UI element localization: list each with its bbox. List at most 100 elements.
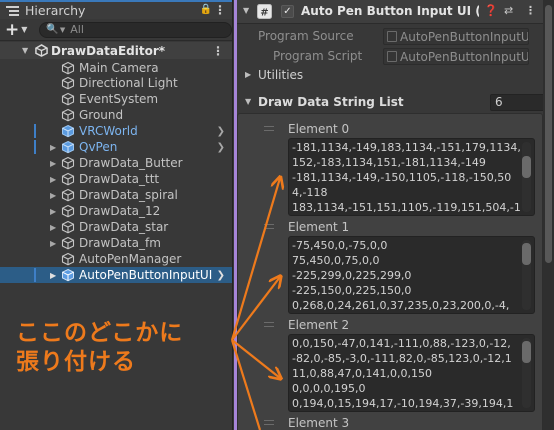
- drag-handle-icon[interactable]: [264, 322, 274, 327]
- scrollbar-thumb[interactable]: [545, 5, 552, 263]
- expand-arrow-icon[interactable]: ▶: [50, 271, 56, 280]
- tree-item-label: DrawData_Butter: [79, 156, 183, 170]
- gameobject-icon: [61, 108, 75, 122]
- expand-arrow-icon[interactable]: ▶: [245, 70, 251, 79]
- gameobject-icon: [61, 188, 75, 202]
- program-script-field[interactable]: AutoPenButtonInputUI: [383, 48, 529, 65]
- search-input[interactable]: [70, 23, 231, 36]
- hierarchy-tree: Main Camera Directional Light EventSyste…: [0, 59, 232, 283]
- text-line: -181,1134,-149,183,1134,-151,179,1134,: [292, 141, 520, 154]
- add-button[interactable]: +: [5, 21, 19, 38]
- expand-arrow-icon[interactable]: ▶: [50, 207, 56, 216]
- prefab-icon: [62, 140, 74, 154]
- inspector-scrollbar[interactable]: [543, 0, 554, 430]
- element-label: Element 3: [288, 416, 350, 430]
- more-options-icon[interactable]: ⋮: [214, 3, 226, 17]
- element-label: Element 2: [288, 318, 350, 332]
- gameobject-icon: [61, 220, 75, 234]
- expand-arrow-icon[interactable]: ▶: [50, 223, 56, 232]
- hierarchy-tab-title: Hierarchy: [25, 3, 86, 18]
- gameobject-icon: [61, 76, 75, 90]
- tree-item-drawdata-fm[interactable]: ▶ DrawData_fm: [0, 235, 232, 251]
- expand-arrow-icon[interactable]: ▼: [22, 46, 28, 55]
- tree-item-vrcworld[interactable]: VRCWorld ❯: [0, 123, 232, 139]
- program-source-field[interactable]: AutoPenButtonInputUI: [383, 28, 529, 45]
- tree-item-drawdata-butter[interactable]: ▶ DrawData_Butter: [0, 155, 232, 171]
- tree-item-drawdata-ttt[interactable]: ▶ DrawData_ttt: [0, 171, 232, 187]
- expand-arrow-icon[interactable]: ▼: [245, 97, 251, 106]
- expand-arrow-icon[interactable]: ▶: [50, 175, 56, 184]
- tree-item-label: AutoPenButtonInputUI: [79, 268, 213, 282]
- tree-item-label: Ground: [79, 108, 124, 122]
- scrollbar-thumb[interactable]: [522, 156, 531, 178]
- scene-row[interactable]: ▼ DrawDataEditor* ⋮: [0, 42, 232, 59]
- scene-options-icon[interactable]: ⋮: [212, 44, 224, 58]
- search-box[interactable]: 🔍 ▼: [39, 21, 232, 38]
- expand-arrow-icon[interactable]: ▶: [50, 191, 56, 200]
- utilities-foldout[interactable]: ▶ Utilities: [237, 66, 543, 86]
- tree-item-qvpen[interactable]: ▶ QvPen ❯: [0, 139, 232, 155]
- drag-handle-icon[interactable]: [264, 420, 274, 425]
- search-dropdown-icon[interactable]: ▼: [60, 26, 65, 34]
- utilities-label: Utilities: [258, 68, 304, 82]
- modified-marker: [34, 140, 36, 154]
- element-text-area[interactable]: -75,450,0,-75,0,0 75,450,0,75,0,0 -225,2…: [288, 236, 535, 314]
- draw-data-list-foldout[interactable]: ▼ Draw Data String List 6: [237, 93, 545, 113]
- tree-item-event-system[interactable]: EventSystem: [0, 91, 232, 107]
- chevron-right-icon[interactable]: ❯: [217, 270, 225, 281]
- tree-item-drawdata-star[interactable]: ▶ DrawData_star: [0, 219, 232, 235]
- text-line: -225,150,0,225,150,0: [292, 284, 412, 297]
- element-text-area[interactable]: 0,0,150,-47,0,141,-111,0,88,-123,0,-12, …: [288, 334, 535, 412]
- list-size-field[interactable]: 6: [490, 94, 545, 111]
- expand-arrow-icon[interactable]: ▶: [50, 143, 56, 152]
- gameobject-icon: [61, 172, 75, 186]
- drag-handle-icon[interactable]: [264, 126, 274, 131]
- tree-item-label: QvPen: [79, 140, 118, 154]
- text-line: -75,450,0,-75,0,0: [292, 239, 388, 252]
- help-icon[interactable]: ❓: [484, 4, 498, 17]
- expand-arrow-icon[interactable]: ▼: [243, 6, 249, 15]
- tree-item-ground[interactable]: Ground: [0, 107, 232, 123]
- hierarchy-tab[interactable]: Hierarchy 🔒 ⋮: [0, 0, 232, 19]
- text-line: -181,1134,-149,-150,1105,-118,-150,50: [292, 171, 512, 184]
- gameobject-icon: [61, 204, 75, 218]
- search-icon: 🔍: [46, 24, 59, 35]
- chevron-down-icon[interactable]: ▼: [21, 25, 27, 34]
- expand-arrow-icon[interactable]: ▶: [50, 239, 56, 248]
- tree-item-drawdata-12[interactable]: ▶ DrawData_12: [0, 203, 232, 219]
- scrollbar-thumb[interactable]: [522, 341, 531, 363]
- tree-item-label: AutoPenManager: [79, 252, 182, 266]
- program-script-value: AutoPenButtonInputUI: [400, 49, 529, 64]
- scene-name: DrawDataEditor*: [51, 43, 166, 58]
- text-line: 4,-118: [292, 186, 328, 199]
- tree-item-drawdata-spiral[interactable]: ▶ DrawData_spiral: [0, 187, 232, 203]
- text-line: 152,-183,1134,151,-181,1134,-149: [292, 156, 486, 169]
- scrollbar-thumb[interactable]: [522, 243, 531, 265]
- component-enabled-checkbox[interactable]: ✓: [281, 5, 294, 18]
- modified-marker: [34, 124, 36, 138]
- tree-item-directional-light[interactable]: Directional Light: [0, 75, 232, 91]
- chevron-right-icon[interactable]: ❯: [217, 142, 225, 153]
- program-source-value: AutoPenButtonInputUI: [400, 29, 529, 44]
- text-line: -82,0,-85,-3,0,-111,82,0,-85,123,0,-12,1: [292, 352, 512, 365]
- text-scrollbar[interactable]: [522, 338, 531, 408]
- lock-icon[interactable]: 🔒: [200, 4, 212, 15]
- presets-icon[interactable]: ⇄: [504, 4, 513, 17]
- text-scrollbar[interactable]: [522, 240, 531, 310]
- component-menu-icon[interactable]: ⋮: [525, 4, 536, 17]
- tree-item-label: DrawData_12: [79, 204, 161, 218]
- text-scrollbar[interactable]: [522, 142, 531, 212]
- prefab-icon: [62, 268, 74, 282]
- asset-icon: [387, 31, 397, 42]
- gameobject-icon: [61, 252, 75, 266]
- chevron-right-icon[interactable]: ❯: [217, 126, 225, 137]
- text-line: 0,268,0,24,261,0,37,235,0,23,200,0,-4,: [292, 299, 510, 312]
- tree-item-auto-pen-button-input-ui[interactable]: ▶ AutoPenButtonInputUI ❯: [0, 267, 232, 283]
- element-text-area[interactable]: -181,1134,-149,183,1134,-151,179,1134, 1…: [288, 138, 535, 216]
- drag-handle-icon[interactable]: [264, 224, 274, 229]
- tree-item-auto-pen-manager[interactable]: AutoPenManager: [0, 251, 232, 267]
- expand-arrow-icon[interactable]: ▶: [50, 159, 56, 168]
- tree-item-main-camera[interactable]: Main Camera: [0, 60, 232, 76]
- script-icon: #: [257, 4, 272, 19]
- component-header[interactable]: ▼ # ✓ Auto Pen Button Input UI (Scrip ❓ …: [237, 0, 543, 24]
